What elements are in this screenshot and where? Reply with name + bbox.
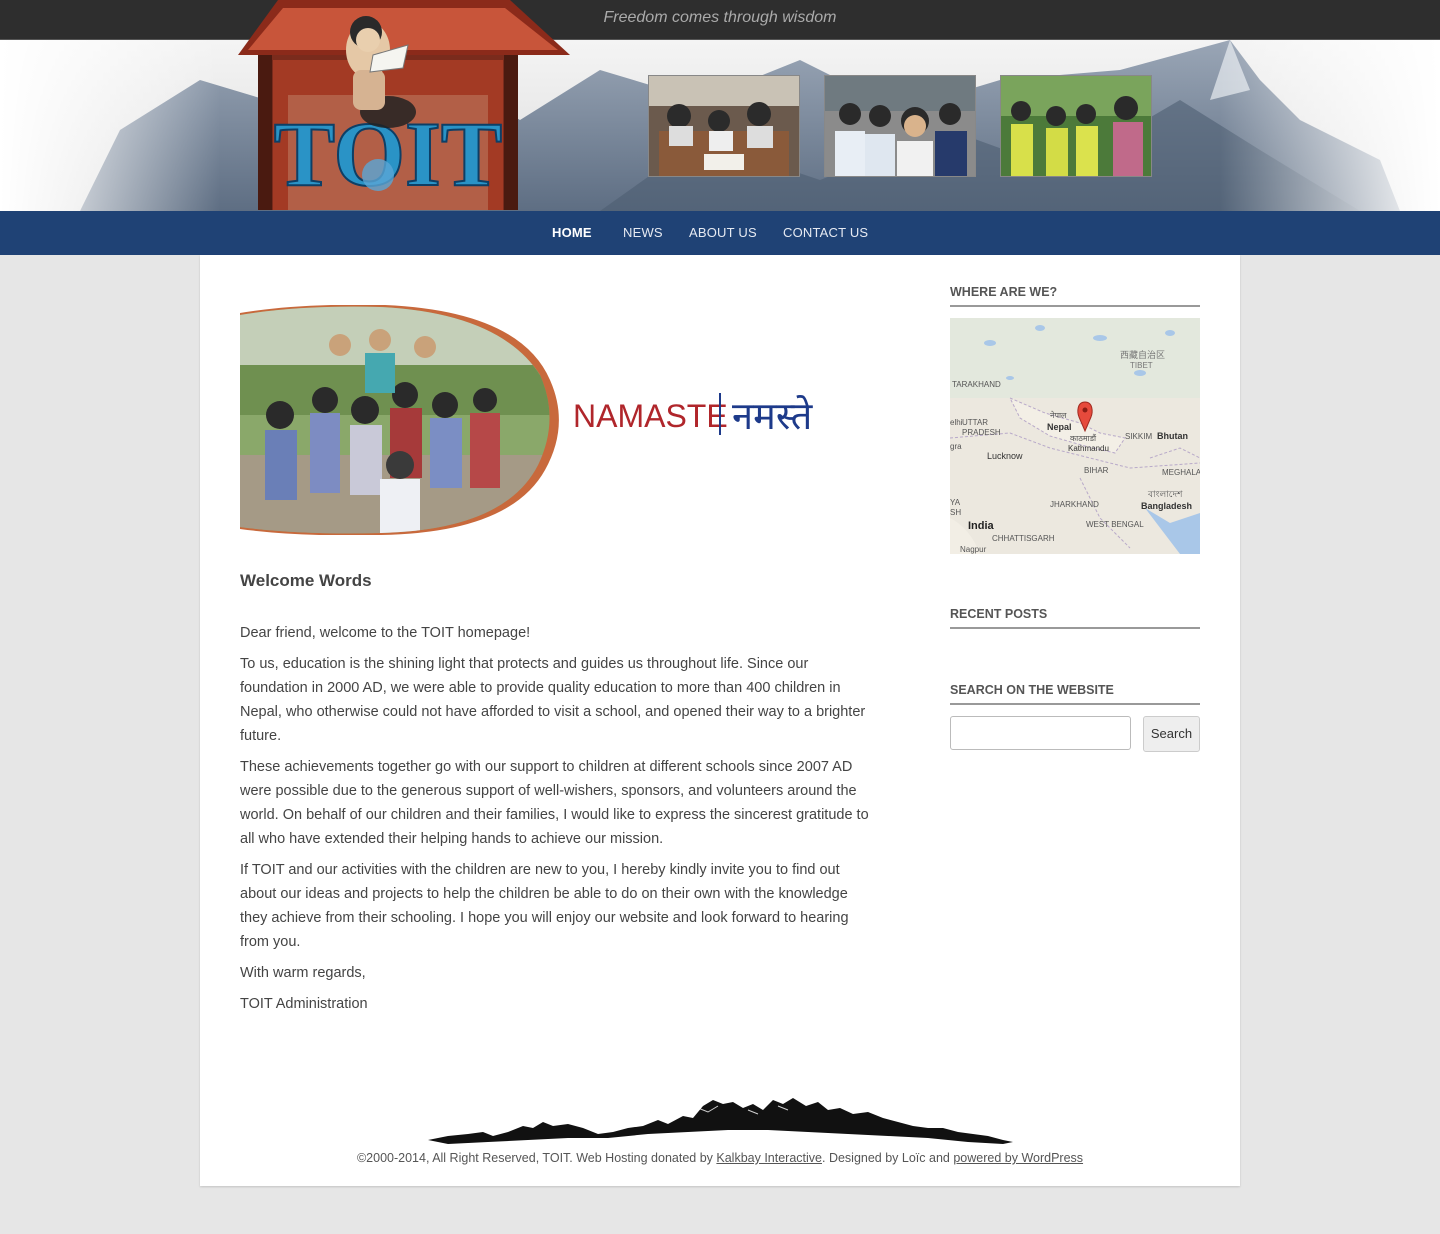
widget-title-where: WHERE ARE WE? <box>950 285 1200 307</box>
svg-text:YA: YA <box>950 498 961 507</box>
namaste-banner: NAMASTE नमस्ते <box>240 305 814 535</box>
nav-home[interactable]: HOME <box>552 211 592 255</box>
paragraph: Dear friend, welcome to the TOIT homepag… <box>240 625 531 641</box>
svg-text:Lucknow: Lucknow <box>987 451 1023 461</box>
top-bar: Freedom comes through wisdom <box>0 0 1440 40</box>
location-map[interactable]: 西藏自治区 TIBET TARAKHAND नेपाल Nepal UTTAR … <box>950 318 1200 554</box>
svg-text:Kathmandu: Kathmandu <box>1068 444 1109 453</box>
svg-text:TIBET: TIBET <box>1130 361 1153 370</box>
svg-text:Nagpur: Nagpur <box>960 545 987 554</box>
site-tagline: Freedom comes through wisdom <box>603 9 837 26</box>
svg-text:JHARKHAND: JHARKHAND <box>1050 500 1099 509</box>
svg-text:काठमाडौं: काठमाडौं <box>1070 433 1097 443</box>
svg-text:gra: gra <box>950 442 962 451</box>
svg-text:India: India <box>968 520 995 532</box>
svg-text:WEST BENGAL: WEST BENGAL <box>1086 520 1144 529</box>
paragraph: TOIT Administration <box>240 996 368 1012</box>
header-photo-volunteers-outdoor[interactable] <box>1000 75 1152 177</box>
svg-text:বাংলাদেশ: বাংলাদেশ <box>1147 489 1183 499</box>
namaste-english: NAMASTE <box>573 398 728 434</box>
paragraph: If TOIT and our activities with the chil… <box>240 862 849 950</box>
toit-logo[interactable]: TOIT <box>218 0 570 210</box>
nav-news[interactable]: NEWS <box>623 211 663 255</box>
page-title: Welcome Words <box>240 571 372 590</box>
paragraph: These achievements together go with our … <box>240 759 869 847</box>
footer-mountain-silhouette <box>428 1098 1013 1144</box>
namaste-divider <box>719 393 721 435</box>
footer-credits: ©2000-2014, All Right Reserved, TOIT. We… <box>200 1151 1240 1165</box>
header-photo-students-writing[interactable] <box>648 75 800 177</box>
footer-designed: . Designed by Loïc and <box>822 1151 950 1165</box>
namaste-nepali: नमस्ते <box>732 394 814 438</box>
svg-text:TARAKHAND: TARAKHAND <box>952 380 1001 389</box>
svg-text:Nepal: Nepal <box>1047 422 1072 432</box>
main-navigation: HOME NEWS ABOUT US CONTACT US <box>0 211 1440 255</box>
svg-text:西藏自治区: 西藏自治区 <box>1120 349 1165 360</box>
nav-contact-us[interactable]: CONTACT US <box>783 211 868 255</box>
footer-host-link[interactable]: Kalkbay Interactive <box>716 1151 822 1165</box>
paragraph: With warm regards, <box>240 965 366 981</box>
footer-wordpress-link[interactable]: powered by WordPress <box>953 1151 1083 1165</box>
svg-text:BIHAR: BIHAR <box>1084 466 1109 475</box>
search-input[interactable] <box>950 716 1131 750</box>
header-photo-children-classroom[interactable] <box>824 75 976 177</box>
search-button[interactable]: Search <box>1143 716 1200 752</box>
nav-about-us[interactable]: ABOUT US <box>689 211 757 255</box>
widget-title-recent-posts: RECENT POSTS <box>950 607 1200 629</box>
svg-text:Bangladesh: Bangladesh <box>1141 501 1192 511</box>
svg-text:नेपाल: नेपाल <box>1050 410 1067 420</box>
svg-text:MEGHALA: MEGHALA <box>1162 468 1200 477</box>
svg-text:Bhutan: Bhutan <box>1157 431 1188 441</box>
svg-text:UTTAR: UTTAR <box>962 418 988 427</box>
svg-text:SH: SH <box>950 508 961 517</box>
svg-text:elhi: elhi <box>950 418 963 427</box>
svg-text:PRADESH: PRADESH <box>962 428 1001 437</box>
content-panel: NAMASTE नमस्ते Welcome Words Dear friend… <box>200 255 1240 1186</box>
welcome-text: Dear friend, welcome to the TOIT homepag… <box>240 621 870 1023</box>
svg-text:SIKKIM: SIKKIM <box>1125 432 1152 441</box>
paragraph: To us, education is the shining light th… <box>240 656 866 744</box>
svg-text:CHHATTISGARH: CHHATTISGARH <box>992 534 1055 543</box>
footer-copyright: ©2000-2014, All Right Reserved, TOIT. We… <box>356 1151 713 1165</box>
widget-title-search: SEARCH ON THE WEBSITE <box>950 683 1200 705</box>
